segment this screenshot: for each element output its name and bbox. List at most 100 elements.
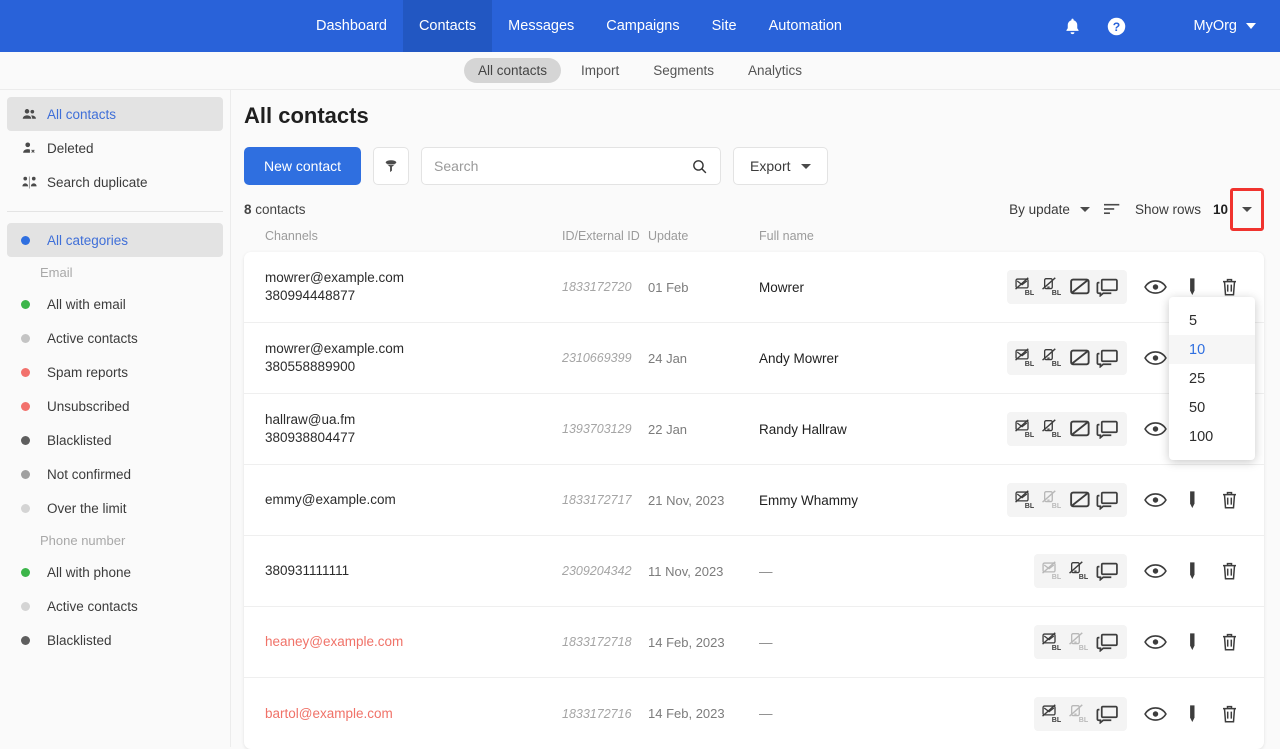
delete-trash-icon[interactable] <box>1211 561 1248 581</box>
chat-messages-icon[interactable] <box>1096 419 1119 439</box>
delete-trash-icon[interactable] <box>1211 490 1248 510</box>
view-eye-icon[interactable] <box>1137 490 1174 510</box>
table-row[interactable]: bartol@example.com183317271614 Feb, 2023… <box>244 678 1264 749</box>
dropdown-option-5[interactable]: 5 <box>1169 306 1255 335</box>
phone-blacklist-icon[interactable]: BL <box>1042 419 1065 439</box>
email-unsubscribe-icon[interactable] <box>1069 490 1092 510</box>
sort-field-label[interactable]: By update <box>1009 202 1070 217</box>
sidebar-item-phone-blacklisted[interactable]: Blacklisted <box>7 623 223 657</box>
dropdown-option-10[interactable]: 10 <box>1169 335 1255 364</box>
chat-messages-icon[interactable] <box>1096 632 1119 652</box>
tab-segments[interactable]: Segments <box>639 58 728 83</box>
chat-messages-icon[interactable] <box>1096 277 1119 297</box>
delete-trash-icon[interactable] <box>1211 632 1248 652</box>
email-blacklist-icon[interactable]: BL <box>1042 561 1065 581</box>
view-eye-icon[interactable] <box>1137 277 1174 297</box>
phone-blacklist-icon[interactable]: BL <box>1069 704 1092 724</box>
delete-trash-icon[interactable] <box>1211 277 1248 297</box>
cell-channels: mowrer@example.com380558889900 <box>265 340 562 376</box>
sidebar-item-all-with-email[interactable]: All with email <box>7 287 223 321</box>
phone-blacklist-icon[interactable]: BL <box>1069 561 1092 581</box>
sidebar-item-all-categories[interactable]: All categories <box>7 223 223 257</box>
table-row[interactable]: heaney@example.com183317271814 Feb, 2023… <box>244 607 1264 678</box>
svg-text:BL: BL <box>1052 361 1062 368</box>
email-blacklist-icon[interactable]: BL <box>1015 348 1038 368</box>
edit-pencil-icon[interactable] <box>1174 632 1211 652</box>
search-input[interactable] <box>434 158 691 174</box>
new-contact-button[interactable]: New contact <box>244 147 361 185</box>
edit-pencil-icon[interactable] <box>1174 277 1211 297</box>
sidebar-item-unsubscribed[interactable]: Unsubscribed <box>7 389 223 423</box>
rows-per-page-dropdown-button[interactable] <box>1230 188 1264 231</box>
table-row[interactable]: mowrer@example.com3805588899002310669399… <box>244 323 1264 394</box>
edit-pencil-icon <box>1181 632 1204 652</box>
tab-import[interactable]: Import <box>567 58 633 83</box>
cell-full-name: — <box>759 706 1034 721</box>
email-blacklist-icon[interactable]: BL <box>1042 704 1065 724</box>
dropdown-option-100[interactable]: 100 <box>1169 422 1255 451</box>
sidebar-label: Spam reports <box>47 365 128 380</box>
email-unsubscribe-icon[interactable] <box>1069 419 1092 439</box>
rows-per-page-dropdown-menu[interactable]: 5 10 25 50 100 <box>1169 297 1255 460</box>
sidebar-item-email-blacklisted[interactable]: Blacklisted <box>7 423 223 457</box>
sidebar-item-over-the-limit[interactable]: Over the limit <box>7 491 223 525</box>
cell-channels: 380931111111 <box>265 562 562 580</box>
sort-direction-button[interactable] <box>1090 202 1135 216</box>
edit-pencil-icon[interactable] <box>1174 490 1211 510</box>
sidebar-item-deleted[interactable]: Deleted <box>7 131 223 165</box>
filter-button[interactable] <box>373 147 409 185</box>
table-row[interactable]: mowrer@example.com3809944488771833172720… <box>244 252 1264 323</box>
phone-blacklist-icon[interactable]: BL <box>1042 490 1065 510</box>
status-dot-icon <box>21 602 47 611</box>
chat-messages-icon[interactable] <box>1096 704 1119 724</box>
sidebar-item-all-contacts[interactable]: All contacts <box>7 97 223 131</box>
sidebar-item-all-with-phone[interactable]: All with phone <box>7 555 223 589</box>
email-blacklist-icon[interactable]: BL <box>1015 277 1038 297</box>
notifications-bell-button[interactable] <box>1051 0 1095 52</box>
sidebar-item-not-confirmed[interactable]: Not confirmed <box>7 457 223 491</box>
search-box[interactable] <box>421 147 721 185</box>
edit-pencil-icon[interactable] <box>1174 704 1211 724</box>
nav-link-messages[interactable]: Messages <box>492 0 590 52</box>
phone-blacklist-icon[interactable]: BL <box>1069 632 1092 652</box>
help-button[interactable]: ? <box>1095 0 1139 52</box>
tab-all-contacts[interactable]: All contacts <box>464 58 561 83</box>
table-row[interactable]: 380931111111230920434211 Nov, 2023—BLBL <box>244 536 1264 607</box>
email-unsubscribe-icon[interactable] <box>1069 277 1092 297</box>
sidebar-item-search-duplicate[interactable]: Search duplicate <box>7 165 223 199</box>
edit-pencil-icon[interactable] <box>1174 561 1211 581</box>
sidebar-item-spam-reports[interactable]: Spam reports <box>7 355 223 389</box>
export-button[interactable]: Export <box>733 147 827 185</box>
chat-messages-icon[interactable] <box>1096 490 1119 510</box>
email-unsubscribe-icon[interactable] <box>1069 348 1092 368</box>
nav-left-spacer <box>0 0 300 52</box>
sidebar-item-email-active-contacts[interactable]: Active contacts <box>7 321 223 355</box>
chat-messages-icon[interactable] <box>1096 348 1119 368</box>
nav-link-campaigns[interactable]: Campaigns <box>590 0 695 52</box>
org-switcher[interactable]: MyOrg <box>1194 18 1257 34</box>
sort-field-chevron[interactable] <box>1070 207 1090 212</box>
dropdown-option-50[interactable]: 50 <box>1169 393 1255 422</box>
row-status-icon-group: BL BL <box>1007 341 1127 375</box>
chat-messages-icon[interactable] <box>1096 561 1119 581</box>
sidebar-label: All with email <box>47 297 126 312</box>
cell-full-name: Emmy Whammy <box>759 493 1007 508</box>
sidebar-item-phone-active-contacts[interactable]: Active contacts <box>7 589 223 623</box>
nav-link-automation[interactable]: Automation <box>753 0 858 52</box>
nav-link-contacts[interactable]: Contacts <box>403 0 492 52</box>
dropdown-option-25[interactable]: 25 <box>1169 364 1255 393</box>
email-blacklist-icon[interactable]: BL <box>1015 419 1038 439</box>
table-row[interactable]: hallraw@ua.fm380938804477139370312922 Ja… <box>244 394 1264 465</box>
nav-link-dashboard[interactable]: Dashboard <box>300 0 403 52</box>
email-blacklist-icon[interactable]: BL <box>1015 490 1038 510</box>
table-row[interactable]: emmy@example.com183317271721 Nov, 2023Em… <box>244 465 1264 536</box>
view-eye-icon[interactable] <box>1137 704 1174 724</box>
email-blacklist-icon[interactable]: BL <box>1042 632 1065 652</box>
view-eye-icon[interactable] <box>1137 561 1174 581</box>
view-eye-icon[interactable] <box>1137 632 1174 652</box>
phone-blacklist-icon[interactable]: BL <box>1042 348 1065 368</box>
delete-trash-icon[interactable] <box>1211 704 1248 724</box>
tab-analytics[interactable]: Analytics <box>734 58 816 83</box>
nav-link-site[interactable]: Site <box>696 0 753 52</box>
phone-blacklist-icon[interactable]: BL <box>1042 277 1065 297</box>
